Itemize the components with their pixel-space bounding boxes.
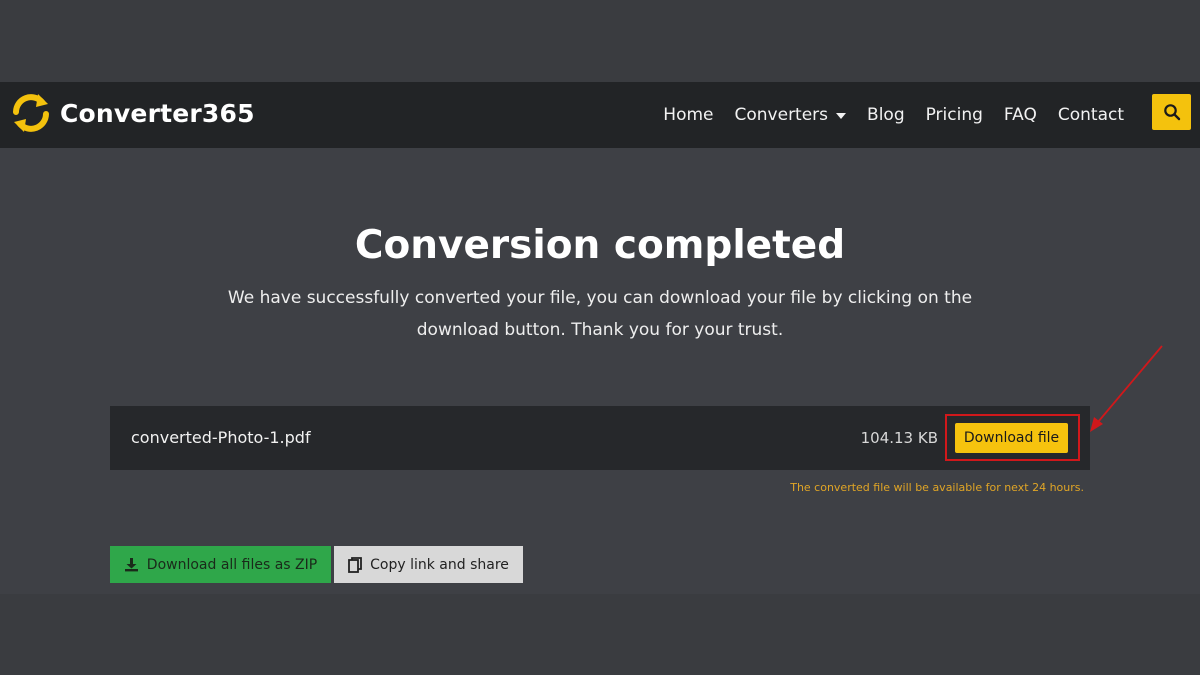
file-row: converted-Photo-1.pdf 104.13 KB: [110, 406, 1090, 470]
nav-home[interactable]: Home: [663, 105, 713, 125]
main-nav: Home Converters Blog Pricing FAQ Contact: [642, 82, 1124, 148]
nav-pricing-label: Pricing: [925, 105, 983, 125]
copy-icon: [348, 556, 363, 573]
navbar: Converter365 Home Converters Blog Pricin…: [0, 82, 1200, 148]
copy-link-label: Copy link and share: [370, 556, 509, 573]
main-content: [0, 148, 1200, 594]
file-name: converted-Photo-1.pdf: [131, 428, 311, 447]
download-zip-button[interactable]: Download all files as ZIP: [110, 546, 331, 583]
bottom-background: [0, 594, 1200, 675]
nav-faq[interactable]: FAQ: [1004, 105, 1037, 125]
caret-down-icon: [836, 113, 847, 119]
nav-home-label: Home: [663, 105, 714, 125]
top-background: [0, 0, 1200, 82]
availability-note: The converted file will be available for…: [790, 481, 1084, 494]
search-button[interactable]: [1152, 94, 1191, 130]
brand-logo[interactable]: Converter365: [8, 90, 255, 136]
brand-name: Converter365: [60, 98, 255, 128]
page-title: Conversion completed: [354, 223, 846, 268]
download-file-button[interactable]: Download file: [955, 423, 1068, 453]
nav-blog-label: Blog: [867, 105, 905, 125]
page-subtitle: We have successfully converted your file…: [227, 288, 973, 340]
search-icon: [1163, 104, 1180, 121]
nav-faq-label: FAQ: [1003, 105, 1037, 125]
nav-blog[interactable]: Blog: [867, 105, 905, 125]
copy-link-button[interactable]: Copy link and share: [334, 546, 523, 583]
download-zip-label: Download all files as ZIP: [146, 556, 318, 573]
nav-contact[interactable]: Contact: [1058, 105, 1124, 125]
file-size: 104.13 KB: [860, 429, 938, 447]
nav-converters-label: Converters: [734, 105, 829, 125]
nav-converters[interactable]: Converters: [735, 105, 847, 125]
nav-contact-label: Contact: [1057, 105, 1124, 125]
nav-pricing[interactable]: Pricing: [926, 105, 983, 125]
download-icon: [124, 557, 139, 572]
refresh-icon: [13, 94, 49, 132]
